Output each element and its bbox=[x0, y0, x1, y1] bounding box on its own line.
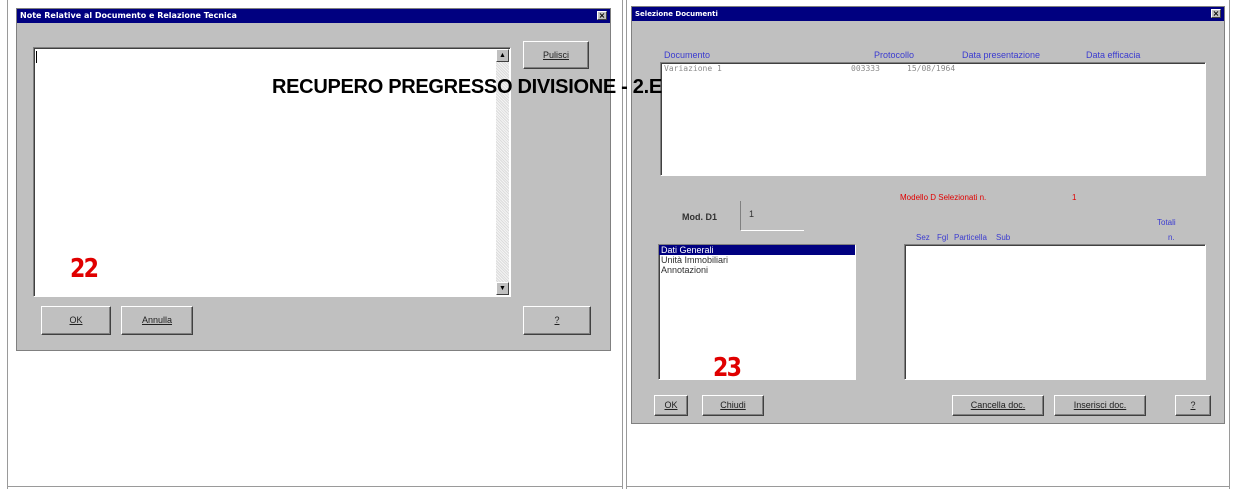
help-button[interactable]: ? bbox=[1175, 395, 1211, 416]
notes-dialog-title: Note Relative al Documento e Relazione T… bbox=[20, 11, 237, 20]
document-row[interactable]: Variazione 1 003333 15/08/1964 bbox=[661, 64, 1205, 75]
document-name: Variazione 1 bbox=[664, 64, 722, 73]
help-button[interactable]: ? bbox=[523, 306, 591, 335]
callout-number-22: 22 bbox=[70, 254, 99, 284]
selezione-documenti-dialog: Selezione Documenti × Documento Protocol… bbox=[631, 6, 1225, 424]
scroll-down-icon[interactable]: ▼ bbox=[496, 282, 509, 295]
mod-d1-field: 1 bbox=[740, 201, 804, 231]
chiudi-label: Chiudi bbox=[720, 400, 746, 410]
chiudi-button[interactable]: Chiudi bbox=[702, 395, 764, 416]
cancella-doc-label: Cancella doc. bbox=[970, 400, 1026, 410]
pulisci-button[interactable]: Pulisci bbox=[523, 41, 589, 69]
inserisci-doc-button[interactable]: Inserisci doc. bbox=[1054, 395, 1146, 416]
bottom-rule-right bbox=[626, 486, 1229, 487]
sections-list[interactable]: Dati Generali Unità Immobiliari Annotazi… bbox=[658, 244, 856, 383]
modello-selezionati-label: Modello D Selezionati n. bbox=[900, 193, 987, 202]
inserisci-doc-label: Inserisci doc. bbox=[1073, 400, 1127, 410]
document-data-presentazione: 15/08/1964 bbox=[907, 64, 956, 73]
ok-button[interactable]: OK bbox=[654, 395, 688, 416]
section-item-dati-generali[interactable]: Dati Generali bbox=[659, 245, 855, 255]
recupero-pregresso-heading: RECUPERO PREGRESSO DIVISIONE - 2.E bbox=[272, 76, 662, 98]
selezione-dialog-title: Selezione Documenti bbox=[635, 10, 718, 18]
modello-selezionati-count: 1 bbox=[1072, 193, 1077, 202]
notes-dialog: Note Relative al Documento e Relazione T… bbox=[16, 8, 611, 351]
ok-button[interactable]: OK bbox=[41, 306, 111, 335]
mod-d1-value: 1 bbox=[749, 209, 755, 219]
scroll-up-icon[interactable]: ▲ bbox=[496, 49, 509, 62]
text-caret bbox=[36, 51, 37, 63]
section-item-unita-immobiliari[interactable]: Unità Immobiliari bbox=[659, 255, 855, 265]
totali-n-label: n. bbox=[1168, 233, 1175, 242]
help-label: ? bbox=[554, 315, 560, 325]
pulisci-label: Pulisci bbox=[542, 50, 569, 60]
col-header-data-presentazione: Data presentazione bbox=[962, 50, 1041, 60]
annulla-button[interactable]: Annulla bbox=[121, 306, 193, 335]
totali-label: Totali bbox=[1157, 218, 1176, 227]
section-item-annotazioni[interactable]: Annotazioni bbox=[659, 265, 855, 275]
bottom-rule-left bbox=[7, 486, 622, 487]
close-icon[interactable]: × bbox=[597, 11, 607, 20]
grid-header-fgl: Fgl bbox=[937, 233, 949, 242]
particelle-grid[interactable] bbox=[904, 244, 1206, 380]
selezione-dialog-titlebar[interactable]: Selezione Documenti × bbox=[632, 7, 1224, 21]
mod-d1-label: Mod. D1 bbox=[682, 212, 717, 222]
notes-dialog-titlebar[interactable]: Note Relative al Documento e Relazione T… bbox=[17, 9, 610, 23]
callout-number-23: 23 bbox=[713, 353, 742, 383]
cancella-doc-button[interactable]: Cancella doc. bbox=[952, 395, 1044, 416]
documents-list[interactable]: Variazione 1 003333 15/08/1964 bbox=[660, 62, 1206, 176]
close-icon[interactable]: × bbox=[1211, 9, 1221, 18]
grid-header-sub: Sub bbox=[996, 233, 1011, 242]
annulla-label: Annulla bbox=[141, 315, 173, 325]
grid-header-particella: Particella bbox=[954, 233, 987, 242]
document-protocollo: 003333 bbox=[851, 64, 880, 73]
col-header-documento: Documento bbox=[664, 50, 711, 60]
ok-label: OK bbox=[664, 400, 678, 410]
grid-header-sez: Sez bbox=[916, 233, 930, 242]
help-label: ? bbox=[1190, 400, 1196, 410]
col-header-protocollo: Protocollo bbox=[874, 50, 915, 60]
col-header-data-efficacia: Data efficacia bbox=[1086, 50, 1141, 60]
ok-label: OK bbox=[69, 315, 83, 325]
